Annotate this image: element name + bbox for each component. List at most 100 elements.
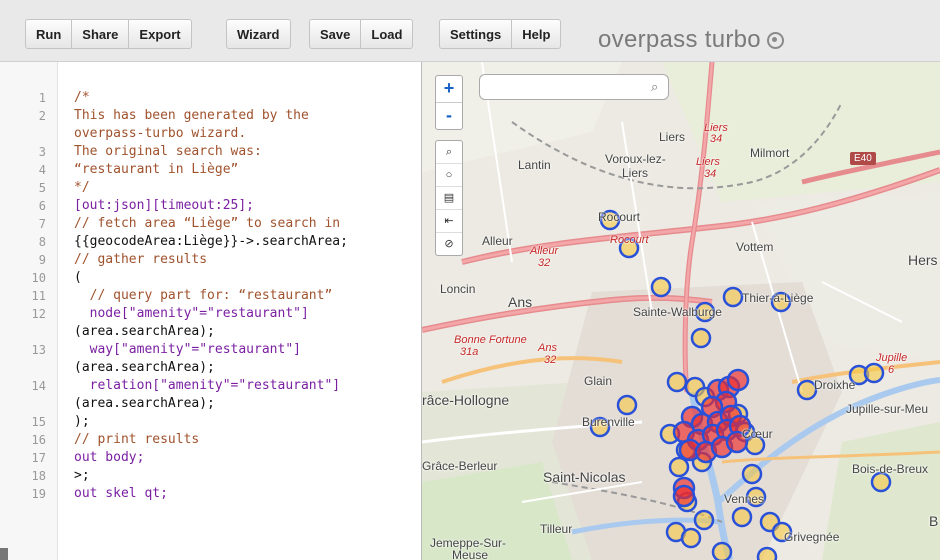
place-label: Burenville xyxy=(582,415,635,429)
code-line: [out:json][timeout:25]; xyxy=(74,198,255,213)
fullscreen-icon[interactable]: ⇤ xyxy=(436,209,462,232)
road-label: 31a xyxy=(460,346,479,358)
code-editor[interactable]: 1 /* 2 This has been generated by the over… xyxy=(0,62,422,560)
zoom-control: + - xyxy=(435,75,463,130)
code-line: (area.searchArea); xyxy=(74,396,215,411)
logo-icon xyxy=(766,32,784,49)
place-label: Thier-à-Liège xyxy=(742,291,814,305)
line-number: 14 xyxy=(31,379,46,393)
settings-help-group: Settings Help xyxy=(439,19,562,49)
line-number: 7 xyxy=(38,217,46,231)
road-shield: E40 xyxy=(850,152,876,165)
line-number: 5 xyxy=(38,181,46,195)
place-label: Voroux-lez- xyxy=(605,152,666,166)
line-number: 2 xyxy=(38,109,46,123)
road-label: Bonne Fortune xyxy=(454,334,527,346)
place-label: Saint-Nicolas xyxy=(543,469,626,485)
place-label: Vottem xyxy=(736,240,774,254)
place-label: Tilleur xyxy=(540,522,573,536)
road-label: 6 xyxy=(888,364,895,376)
export-button[interactable]: Export xyxy=(129,19,192,49)
code-line: (area.searchArea); xyxy=(74,324,215,339)
zoom-in-button[interactable]: + xyxy=(436,76,462,102)
place-label: Meuse xyxy=(452,548,489,560)
code-line: (area.searchArea); xyxy=(74,360,215,375)
line-number: 1 xyxy=(38,91,46,105)
road-label: 34 xyxy=(704,168,717,180)
brand-title[interactable]: overpass turbo xyxy=(598,26,784,54)
wizard-button[interactable]: Wizard xyxy=(226,19,291,49)
code-line: This has been generated by the xyxy=(74,108,309,123)
place-label: Loncin xyxy=(440,282,476,296)
road-label: Jupille xyxy=(876,352,908,364)
code-line: ); xyxy=(74,414,90,429)
load-button[interactable]: Load xyxy=(361,19,414,49)
line-number: 16 xyxy=(31,433,46,447)
code-line: */ xyxy=(74,180,90,195)
map-tools: ⌕ ○ ▤ ⇤ ⊘ xyxy=(435,140,463,256)
code-line: node["amenity"="restaurant"] xyxy=(74,306,309,321)
road-label: Alleur xyxy=(530,245,559,257)
editor-scroll-handle[interactable] xyxy=(0,548,8,560)
zoom-out-button[interactable]: - xyxy=(436,102,462,129)
place-label: Glain xyxy=(584,374,613,388)
locate-icon[interactable]: ○ xyxy=(436,163,462,186)
road-label: Liers xyxy=(696,156,720,168)
line-number: 12 xyxy=(31,307,46,321)
place-label: Liers xyxy=(622,166,649,180)
code-line: // fetch area “Liège” to search in xyxy=(74,216,341,231)
code-line: // gather results xyxy=(74,252,208,267)
code-line: The original search was: xyxy=(74,144,262,159)
code-line: // query part for: “restaurant” xyxy=(74,288,333,303)
place-label: Bois-de-Breux xyxy=(852,462,929,476)
settings-button[interactable]: Settings xyxy=(439,19,513,49)
place-label: Hers xyxy=(908,252,938,268)
line-number: 3 xyxy=(38,145,46,159)
code-line: out body; xyxy=(74,450,145,465)
code-line: >; xyxy=(74,468,90,483)
place-label: Jupille-sur-Meu xyxy=(846,402,929,416)
code-line: // print results xyxy=(74,432,200,447)
code-line: overpass-turbo wizard. xyxy=(74,126,247,141)
map-view[interactable]: Liers Milmort Lantin Voroux-lez- Liers R… xyxy=(422,62,940,560)
line-number: 10 xyxy=(31,271,46,285)
code-line: /* xyxy=(74,90,90,105)
line-number: 15 xyxy=(31,415,46,429)
place-label: râce-Hollogne xyxy=(422,392,510,408)
code-line: {{geocodeArea:Liège}}->.searchArea; xyxy=(74,234,348,249)
line-number: 6 xyxy=(38,199,46,213)
line-number: 8 xyxy=(38,235,46,249)
road-label: 32 xyxy=(544,354,557,366)
place-label: Alleur xyxy=(482,234,513,248)
map-search-input[interactable] xyxy=(479,74,669,100)
place-label: Vennes xyxy=(724,492,765,506)
place-label: Lantin xyxy=(518,158,551,172)
run-share-export-group: Run Share Export xyxy=(25,19,192,49)
road-label: 32 xyxy=(538,257,551,269)
share-button[interactable]: Share xyxy=(72,19,130,49)
line-number: 9 xyxy=(38,253,46,267)
place-label: Grivegnée xyxy=(784,530,840,544)
line-number: 11 xyxy=(31,289,46,303)
toolbar: Run Share Export Wizard Save Load Settin… xyxy=(0,0,940,62)
code-line: way["amenity"="restaurant"] xyxy=(74,342,301,357)
data-view-icon[interactable]: ▤ xyxy=(436,186,462,209)
help-button[interactable]: Help xyxy=(512,19,562,49)
place-label: Sainte-Walburge xyxy=(633,305,722,319)
code-line: ( xyxy=(74,270,82,285)
code-line: out skel qt; xyxy=(74,486,168,501)
code-line: relation["amenity"="restaurant"] xyxy=(74,378,341,393)
line-number: 19 xyxy=(31,487,46,501)
zoom-to-data-icon[interactable]: ⌕ xyxy=(436,141,462,163)
place-label: Milmort xyxy=(750,146,790,160)
place-label: B xyxy=(929,513,939,529)
place-label: Liers xyxy=(659,130,686,144)
run-button[interactable]: Run xyxy=(25,19,73,49)
place-label: Rocourt xyxy=(598,210,641,224)
save-button[interactable]: Save xyxy=(309,19,362,49)
line-number: 17 xyxy=(31,451,46,465)
place-label: Ans xyxy=(508,294,533,310)
code-lines: 1 /* 2 This has been generated by the over… xyxy=(0,89,421,503)
road-label: Ans xyxy=(538,342,557,354)
clear-icon[interactable]: ⊘ xyxy=(436,232,462,255)
